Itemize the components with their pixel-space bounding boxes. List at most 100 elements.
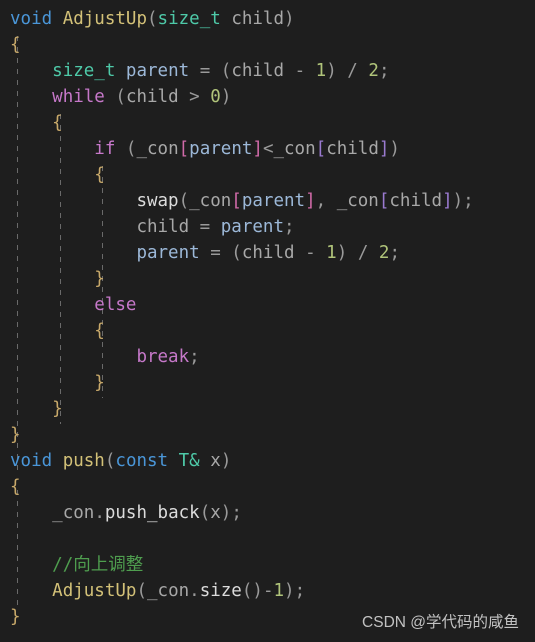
code-token: ( bbox=[231, 243, 242, 263]
code-line[interactable]: else bbox=[0, 292, 535, 318]
code-token: const bbox=[115, 451, 169, 471]
code-token: = bbox=[210, 243, 221, 263]
code-token: . bbox=[94, 503, 105, 523]
code-editor[interactable]: void AdjustUp(size_t child){ size_t pare… bbox=[0, 0, 535, 642]
code-token: 2 bbox=[378, 243, 390, 263]
code-line[interactable]: { bbox=[0, 474, 535, 500]
code-line[interactable]: void AdjustUp(size_t child) bbox=[0, 6, 535, 32]
code-token: ) bbox=[389, 139, 400, 159]
code-line[interactable]: } bbox=[0, 370, 535, 396]
code-line[interactable]: { bbox=[0, 318, 535, 344]
code-content[interactable]: void AdjustUp(size_t child){ size_t pare… bbox=[0, 6, 535, 630]
code-token: ) bbox=[452, 191, 464, 211]
code-token: ; bbox=[283, 217, 295, 237]
code-line[interactable]: while (child > 0) bbox=[0, 84, 535, 110]
code-token: 1 bbox=[315, 61, 327, 81]
code-token: 0 bbox=[210, 87, 221, 107]
code-line[interactable]: size_t parent = (child - 1) / 2; bbox=[0, 58, 535, 84]
code-token: ) bbox=[284, 581, 295, 601]
code-token: _con bbox=[273, 139, 316, 159]
code-token: [ bbox=[178, 139, 190, 159]
code-token: child bbox=[125, 87, 179, 107]
code-token: parent bbox=[241, 191, 306, 211]
code-token: ( bbox=[136, 581, 147, 601]
code-line[interactable]: child = parent; bbox=[0, 214, 535, 240]
code-line[interactable]: _con.push_back(x); bbox=[0, 500, 535, 526]
code-token: if bbox=[94, 139, 116, 159]
code-token: push bbox=[62, 451, 105, 471]
code-line[interactable]: break; bbox=[0, 344, 535, 370]
code-token: ) bbox=[252, 581, 263, 601]
code-token: ] bbox=[252, 139, 263, 159]
code-token: ; bbox=[378, 61, 390, 81]
code-token: parent bbox=[189, 139, 253, 159]
code-token: AdjustUp bbox=[62, 9, 147, 29]
code-token: parent bbox=[136, 243, 200, 263]
code-token: = bbox=[199, 61, 211, 81]
code-token: / bbox=[357, 243, 369, 263]
code-token: _con bbox=[336, 191, 379, 211]
code-token: { bbox=[52, 113, 63, 133]
code-line[interactable]: { bbox=[0, 110, 535, 136]
code-token: { bbox=[10, 477, 21, 497]
code-token: ) bbox=[220, 87, 232, 107]
code-token: ( bbox=[125, 139, 137, 159]
code-token: void bbox=[10, 451, 53, 471]
code-token: else bbox=[94, 295, 137, 315]
code-token: ) bbox=[284, 9, 295, 29]
code-token: x bbox=[210, 451, 221, 471]
code-line[interactable]: ​ bbox=[0, 526, 535, 552]
code-token: ( bbox=[115, 87, 126, 107]
code-token: parent bbox=[125, 61, 190, 81]
code-token: T& bbox=[178, 451, 200, 471]
code-token: [ bbox=[378, 191, 390, 211]
code-token: [ bbox=[315, 139, 327, 159]
code-token: ; bbox=[463, 191, 474, 211]
code-line[interactable]: parent = (child - 1) / 2; bbox=[0, 240, 535, 266]
code-token: size bbox=[199, 581, 242, 601]
code-token: } bbox=[94, 373, 105, 393]
code-line[interactable]: { bbox=[0, 32, 535, 58]
code-line[interactable]: } bbox=[0, 396, 535, 422]
code-line[interactable]: } bbox=[0, 422, 535, 448]
code-line[interactable]: AdjustUp(_con.size()-1); bbox=[0, 578, 535, 604]
code-token: _con bbox=[52, 503, 95, 523]
code-line[interactable]: } bbox=[0, 266, 535, 292]
code-line[interactable]: void push(const T& x) bbox=[0, 448, 535, 474]
code-line[interactable]: //向上调整 bbox=[0, 552, 535, 578]
code-token: ; bbox=[231, 503, 242, 523]
code-line[interactable]: if (_con[parent]<_con[child]) bbox=[0, 136, 535, 162]
code-token: . bbox=[189, 581, 200, 601]
code-token: ( bbox=[178, 191, 190, 211]
code-line[interactable]: { bbox=[0, 162, 535, 188]
code-token: { bbox=[94, 165, 105, 185]
code-token: ) bbox=[220, 451, 232, 471]
code-line[interactable]: swap(_con[parent], _con[child]); bbox=[0, 188, 535, 214]
code-token: child bbox=[241, 243, 295, 263]
code-token: //向上调整 bbox=[52, 555, 144, 575]
code-token: child bbox=[326, 139, 379, 159]
